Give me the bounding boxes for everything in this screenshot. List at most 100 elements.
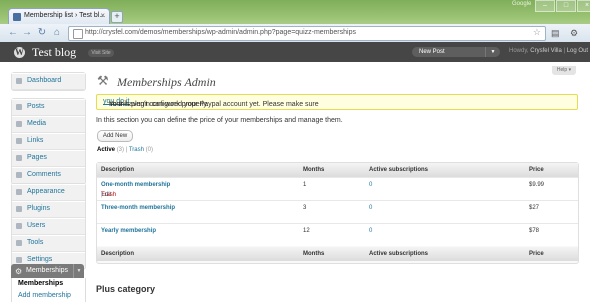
appearance-icon (16, 189, 22, 195)
sidebar-item-label: Settings (27, 256, 53, 263)
submenu-label: Add membership (18, 292, 71, 299)
price-cell: $27 (529, 205, 540, 211)
new-post-action[interactable]: New Post (419, 47, 445, 57)
page-title: Memberships Admin (117, 75, 216, 89)
intro-text: In this section you can define the price… (96, 117, 343, 124)
memberships-table: Description Months Active subscriptions … (96, 162, 579, 264)
links-icon (16, 138, 22, 144)
users-icon (16, 223, 22, 229)
url-text: http://crysfel.com/demos/memberships/wp-… (85, 29, 356, 36)
user-name-link[interactable]: Crysfel Villa (530, 48, 562, 54)
favorite-actions[interactable]: New Post ▼ (412, 47, 500, 57)
membership-name-link[interactable]: Yearly membership (101, 228, 156, 234)
tools-menu-icon[interactable]: ⚙ (570, 28, 578, 39)
sidebar-item-pages[interactable]: Pages (12, 150, 85, 167)
help-tab[interactable]: Help ▾ (552, 66, 576, 75)
wp-admin-header: W Test blog Visit Site New Post ▼ Howdy,… (0, 42, 590, 62)
browser-tab[interactable]: Membership list › Test bl... × (8, 8, 110, 25)
sidebar-item-links[interactable]: Links (12, 133, 85, 150)
submenu-item-add-membership[interactable]: Add membership (11, 290, 86, 302)
filter-active[interactable]: Active (97, 147, 115, 153)
trash-link[interactable]: Trash (101, 192, 116, 198)
reload-icon[interactable]: ↻ (35, 26, 49, 40)
sidebar-item-posts[interactable]: Posts (12, 99, 85, 116)
minimize-button[interactable]: – (535, 0, 555, 12)
submenu-label: Memberships (18, 280, 64, 287)
sidebar-item-plugins[interactable]: Plugins (12, 201, 85, 218)
forward-icon[interactable]: → (20, 26, 34, 40)
add-new-button[interactable]: Add New (97, 130, 133, 142)
subscriptions-link[interactable]: 0 (369, 205, 372, 211)
filter-separator: | (125, 147, 128, 153)
column-header[interactable]: Description (101, 167, 134, 173)
submenu-item-memberships[interactable]: Memberships (11, 278, 86, 290)
sidebar-item-label: Media (27, 120, 47, 127)
status-filter: Active (3) | Trash (0) (97, 147, 153, 153)
window-controls: – □ × (534, 0, 590, 12)
logout-link[interactable]: Log Out (567, 48, 588, 54)
home-icon[interactable]: ⌂ (50, 26, 64, 40)
close-window-button[interactable]: × (577, 0, 590, 12)
wordpress-logo-icon: W (14, 47, 25, 58)
sidebar-item-media[interactable]: Media (12, 116, 85, 133)
table-row: Three-month membership 3 0 $27 (97, 200, 578, 223)
dashboard-icon (16, 78, 22, 84)
sidebar-item-memberships[interactable]: ⚙ Memberships ▼ (11, 264, 84, 278)
sidebar-item-label: Pages (27, 154, 47, 161)
column-footer[interactable]: Price (529, 251, 544, 257)
sidebar-item-tools[interactable]: Tools (12, 235, 85, 252)
category-title: Plus category (96, 284, 156, 294)
table-footer: Description Months Active subscriptions … (97, 247, 578, 261)
page-menu-icon[interactable]: ▤ (551, 28, 560, 39)
favicon-icon (13, 13, 21, 21)
browser-toolbar: ← → ↻ ⌂ http://crysfel.com/demos/members… (0, 24, 590, 43)
sidebar-item-comments[interactable]: Comments (12, 167, 85, 184)
column-header[interactable]: Price (529, 167, 544, 173)
sidebar-item-label: Plugins (27, 205, 50, 212)
plugins-icon (16, 206, 22, 212)
back-icon[interactable]: ← (6, 26, 20, 40)
sidebar-item-users[interactable]: Users (12, 218, 85, 235)
trash-count: (0) (145, 147, 153, 153)
sidebar-item-dashboard[interactable]: Dashboard (12, 73, 85, 90)
sidebar-item-label: Posts (27, 103, 45, 110)
paypal-notice: Your haven't configured your Paypal acco… (96, 94, 578, 110)
settings-icon (16, 257, 22, 263)
media-icon (16, 121, 22, 127)
notice-text: Your haven't configured your Paypal acco… (103, 98, 319, 108)
sidebar-item-label: Memberships (26, 267, 69, 274)
price-cell: $78 (529, 228, 540, 234)
table-header: Description Months Active subscriptions … (97, 163, 578, 177)
membership-name-link[interactable]: Three-month membership (101, 205, 175, 211)
subscriptions-link[interactable]: 0 (369, 228, 372, 234)
new-tab-button[interactable]: + (111, 11, 123, 23)
column-footer[interactable]: Active subscriptions (369, 251, 428, 257)
page-icon (73, 29, 83, 39)
address-bar[interactable]: http://crysfel.com/demos/memberships/wp-… (68, 26, 546, 41)
comments-icon (16, 172, 22, 178)
column-header[interactable]: Months (303, 167, 324, 173)
maximize-button[interactable]: □ (556, 0, 576, 12)
months-cell: 12 (303, 228, 310, 234)
sidebar-item-label: Links (27, 137, 44, 144)
chevron-down-icon[interactable]: ▼ (485, 47, 500, 57)
filter-trash[interactable]: Trash (129, 147, 144, 153)
sidebar-item-label: Dashboard (27, 77, 62, 84)
blog-name[interactable]: Test blog (32, 45, 76, 60)
tools-icon (16, 240, 22, 246)
chevron-down-icon[interactable]: ▼ (73, 264, 84, 278)
column-footer[interactable]: Description (101, 251, 134, 257)
tab-close-icon[interactable]: × (100, 11, 105, 20)
sidebar-item-appearance[interactable]: Appearance (12, 184, 85, 201)
star-icon[interactable]: ☆ (533, 27, 541, 38)
sidebar-item-label: Comments (27, 171, 61, 178)
subscriptions-link[interactable]: 0 (369, 182, 372, 188)
user-greeting: Howdy, Crysfel Villa | Log Out (509, 48, 588, 54)
separator: | (563, 48, 566, 54)
visit-site-button[interactable]: Visit Site (88, 49, 114, 57)
menu-group-content: Posts Media Links Pages Comments (11, 98, 86, 185)
column-header[interactable]: Active subscriptions (369, 167, 428, 173)
column-footer[interactable]: Months (303, 251, 324, 257)
tab-title: Membership list › Test bl... (24, 12, 106, 19)
membership-name-link[interactable]: One-month membership (101, 182, 170, 188)
